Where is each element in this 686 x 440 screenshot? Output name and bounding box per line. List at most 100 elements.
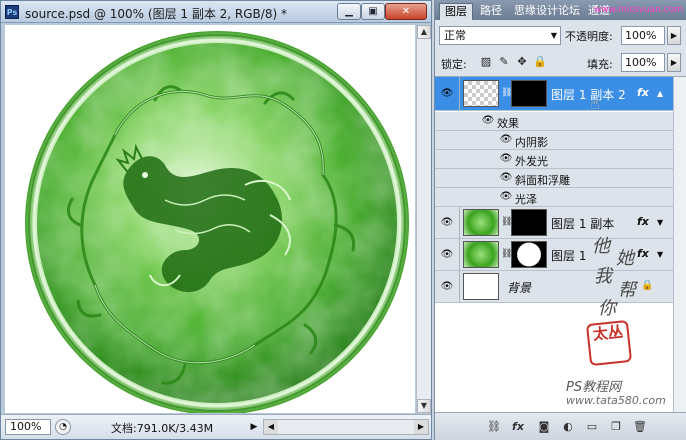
maximize-button[interactable]: ▣	[361, 3, 385, 20]
fill-label: 填充:	[587, 58, 613, 71]
lock-icon: 🔒	[641, 280, 654, 291]
site-watermark-url: www.tata580.com	[566, 394, 666, 407]
handwriting-watermark-1: 他	[592, 236, 610, 257]
eye-icon[interactable]: 👁	[499, 152, 513, 166]
expand-triangle-icon[interactable]: ▼	[657, 250, 663, 259]
vertical-scrollbar[interactable]: ▲ ▼	[416, 25, 431, 413]
fx-icon[interactable]: fx	[637, 86, 649, 99]
hand-cursor-icon: ☝	[590, 94, 600, 113]
status-arrow-icon[interactable]: ▶	[247, 419, 261, 435]
opacity-slider-arrow-icon[interactable]: ▶	[667, 26, 681, 45]
layer-name: 图层 1	[551, 249, 587, 263]
scroll-down-icon[interactable]: ▼	[417, 399, 431, 413]
fill-input[interactable]: 100%	[621, 53, 665, 72]
photoshop-icon: Ps	[5, 5, 19, 19]
effect-label: 光泽	[515, 193, 537, 206]
opacity-label: 不透明度:	[565, 30, 613, 43]
layer-thumbnail	[463, 80, 499, 107]
adjustment-layer-icon[interactable]: ◐	[559, 419, 577, 435]
effect-label: 外发光	[515, 155, 548, 168]
panel-tab-bar: 图层 路径 思缘设计论坛 通道 www.missvuan.com	[435, 0, 686, 20]
layer-mask-thumbnail[interactable]	[511, 80, 547, 107]
effect-label: 斜面和浮雕	[515, 174, 570, 187]
effect-row-bevel-emboss[interactable]: 👁 斜面和浮雕	[435, 169, 673, 188]
layer-thumbnail	[463, 273, 499, 300]
layer-row-copy[interactable]: 👁 ⛓ 图层 1 副本 fx ▼	[435, 207, 673, 239]
blend-mode-value: 正常	[444, 29, 466, 42]
layer-mask-thumbnail[interactable]	[511, 209, 547, 236]
layers-panel: 图层 路径 思缘设计论坛 通道 www.missvuan.com 正常 ▼ 不透…	[434, 0, 686, 440]
red-seal-stamp: 太丛	[585, 319, 633, 367]
layer-row-layer1[interactable]: 👁 ⛓ 图层 1 fx ▼	[435, 239, 673, 271]
expand-triangle-icon[interactable]: ▼	[657, 218, 663, 227]
new-group-icon[interactable]: ▭	[583, 419, 601, 435]
status-menu-icon[interactable]: ◔	[55, 419, 71, 435]
document-window: Ps source.psd @ 100% (图层 1 副本 2, RGB/8) …	[0, 0, 432, 440]
lock-move-icon[interactable]: ✥	[515, 55, 529, 69]
eye-icon[interactable]: 👁	[481, 114, 495, 128]
effect-row-satin[interactable]: 👁 光泽	[435, 188, 673, 207]
effect-row-outer-glow[interactable]: 👁 外发光	[435, 150, 673, 169]
tab-paths[interactable]: 路径	[475, 3, 507, 20]
eye-icon[interactable]: 👁	[440, 248, 454, 262]
layers-list: 👁 ⛓ 图层 1 副本 2 fx ▲ 👁 效果 👁 内阴影 👁 外发光 👁 斜面…	[435, 76, 686, 413]
lock-transparent-icon[interactable]: ▨	[479, 55, 493, 69]
zoom-level-field[interactable]: 100%	[5, 419, 51, 435]
lock-brush-icon[interactable]: ✎	[497, 55, 511, 69]
eye-icon[interactable]: 👁	[440, 87, 454, 101]
effects-header-row[interactable]: 👁 效果	[435, 112, 673, 131]
effect-row-inner-shadow[interactable]: 👁 内阴影	[435, 131, 673, 150]
tab-forum[interactable]: 思缘设计论坛	[509, 3, 585, 20]
site-watermark-cn: PS教程网	[566, 380, 622, 395]
scroll-right-icon[interactable]: ▶	[414, 420, 428, 434]
layer-name: 背景	[507, 281, 532, 295]
new-layer-icon[interactable]: ❐	[607, 419, 625, 435]
image-canvas[interactable]	[5, 25, 415, 413]
layer-row-background[interactable]: 👁 背景 🔒	[435, 271, 673, 303]
lock-label: 锁定:	[441, 58, 467, 71]
eye-icon[interactable]: 👁	[499, 190, 513, 204]
fx-icon[interactable]: fx	[637, 247, 649, 260]
delete-layer-icon[interactable]: 🗑	[631, 419, 649, 435]
lock-all-icon[interactable]: 🔒	[533, 55, 547, 69]
layer-row-copy2[interactable]: 👁 ⛓ 图层 1 副本 2 fx ▲	[435, 77, 673, 111]
tab-layers[interactable]: 图层	[439, 3, 473, 20]
fx-icon[interactable]: fx	[637, 215, 649, 228]
horizontal-scrollbar[interactable]: ◀ ▶	[263, 419, 429, 435]
handwriting-watermark-4: 帮	[618, 280, 636, 301]
layer-name: 图层 1 副本	[551, 217, 615, 231]
fill-slider-arrow-icon[interactable]: ▶	[667, 53, 681, 72]
layer-thumbnail	[463, 241, 499, 268]
opacity-input[interactable]: 100%	[621, 26, 665, 45]
add-style-icon[interactable]: fx	[509, 419, 527, 435]
tab-watermark: www.missvuan.com	[593, 5, 683, 15]
link-layers-icon[interactable]: ⛓	[485, 419, 503, 435]
eye-icon[interactable]: 👁	[440, 280, 454, 294]
effect-label: 内阴影	[515, 136, 548, 149]
effects-header-label: 效果	[497, 117, 519, 130]
scroll-left-icon[interactable]: ◀	[264, 420, 278, 434]
close-button[interactable]: ✕	[385, 3, 427, 20]
layer-mask-thumbnail[interactable]	[511, 241, 547, 268]
layer-thumbnail	[463, 209, 499, 236]
chevron-down-icon: ▼	[550, 31, 557, 40]
eye-icon[interactable]: 👁	[499, 171, 513, 185]
scroll-up-icon[interactable]: ▲	[417, 25, 431, 39]
add-mask-icon[interactable]: ◙	[535, 419, 553, 435]
document-size-info: 文档:791.0K/3.43M	[111, 422, 214, 435]
layers-panel-toolbar: ⛓ fx ◙ ◐ ▭ ❐ 🗑	[435, 412, 686, 440]
eye-icon[interactable]: 👁	[499, 133, 513, 147]
eye-icon[interactable]: 👁	[440, 216, 454, 230]
minimize-button[interactable]: ▁	[337, 3, 361, 20]
layer-name: 图层 1 副本 2	[551, 88, 626, 102]
handwriting-watermark-2: 她	[616, 248, 634, 269]
expand-triangle-icon[interactable]: ▲	[657, 89, 663, 98]
handwriting-watermark-3: 我	[594, 266, 612, 287]
jade-disc-artwork	[25, 31, 409, 413]
layers-scrollbar[interactable]	[673, 77, 686, 413]
handwriting-watermark-5: 你	[598, 298, 616, 319]
document-title: source.psd @ 100% (图层 1 副本 2, RGB/8) *	[25, 7, 287, 21]
status-bar: 100% ◔ 文档:791.0K/3.43M ▶ ◀ ▶	[1, 414, 431, 439]
blend-mode-select[interactable]: 正常 ▼	[439, 26, 561, 45]
document-title-bar[interactable]: Ps source.psd @ 100% (图层 1 副本 2, RGB/8) …	[1, 1, 431, 23]
